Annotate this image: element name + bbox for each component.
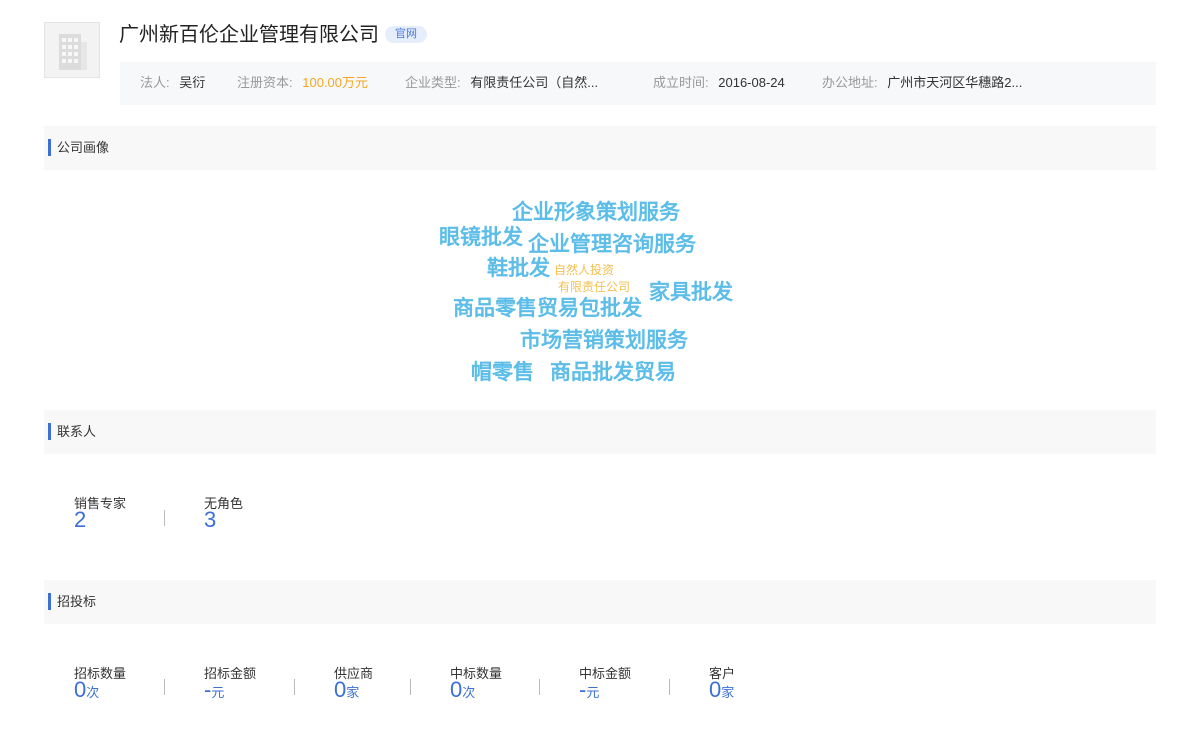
founded-label: 成立时间: <box>653 75 709 90</box>
word-cloud-item: 有限责任公司 <box>558 280 631 294</box>
stat-unit: 次 <box>462 685 476 700</box>
founded-date: 成立时间: 2016-08-24 <box>653 75 785 91</box>
section-title: 招投标 <box>57 594 97 609</box>
stat-value: -元 <box>204 677 224 703</box>
word-cloud-item: 商品零售贸易包批发 <box>453 297 642 320</box>
stat-number: 0 <box>334 677 347 702</box>
stat-value: 0家 <box>709 677 734 703</box>
stat-divider <box>410 679 411 695</box>
section-title: 联系人 <box>57 424 97 439</box>
word-cloud-item: 鞋批发 <box>487 257 550 280</box>
office-address: 办公地址: 广州市天河区华穗路2... <box>822 75 1022 91</box>
stat-unit: 家 <box>721 685 735 700</box>
type-label: 企业类型: <box>405 75 461 90</box>
stat-unit: 元 <box>586 685 600 700</box>
section-title: 公司画像 <box>57 140 110 155</box>
stat-value: -元 <box>579 677 599 703</box>
stat-divider <box>669 679 670 695</box>
stat-value: 0次 <box>74 677 99 703</box>
stat-number: 0 <box>450 677 463 702</box>
registered-capital: 注册资本: 100.00万元 <box>237 75 368 91</box>
company-name: 广州新百伦企业管理有限公司 <box>119 24 379 46</box>
official-site-badge[interactable]: 官网 <box>385 26 427 43</box>
word-cloud-item: 自然人投资 <box>554 263 615 277</box>
section-marker <box>48 593 51 610</box>
stat-value: 3 <box>204 507 217 532</box>
word-cloud-item: 商品批发贸易 <box>550 361 676 384</box>
section-marker <box>48 423 51 440</box>
word-cloud-item: 市场营销策划服务 <box>520 329 688 352</box>
address-label: 办公地址: <box>822 75 878 90</box>
type-value: 有限责任公司（自然... <box>470 75 599 90</box>
legal-person-label: 法人: <box>140 75 170 90</box>
word-cloud-item: 眼镜批发 <box>439 226 523 249</box>
legal-person-value[interactable]: 吴衍 <box>179 75 205 90</box>
stat-divider <box>294 679 295 695</box>
stat-unit: 元 <box>211 685 225 700</box>
word-cloud-item: 企业管理咨询服务 <box>528 233 696 256</box>
stat-divider <box>164 510 165 526</box>
stat-divider <box>539 679 540 695</box>
word-cloud-item: 家具批发 <box>649 281 733 304</box>
word-cloud-item: 企业形象策划服务 <box>512 201 680 224</box>
stat-number: 0 <box>74 677 87 702</box>
company-logo <box>44 22 100 78</box>
legal-person: 法人: 吴衍 <box>140 75 205 91</box>
section-contacts: 联系人 <box>44 410 1156 454</box>
stat-unit: 次 <box>86 685 100 700</box>
stat-unit: 家 <box>346 685 360 700</box>
word-cloud-item: 帽零售 <box>471 361 534 384</box>
section-bidding: 招投标 <box>44 580 1156 624</box>
capital-value: 100.00万元 <box>302 75 369 90</box>
stat-value: 0家 <box>334 677 359 703</box>
founded-value: 2016-08-24 <box>718 75 785 90</box>
stat-value: 2 <box>74 507 87 532</box>
company-info-bar: 法人: 吴衍 注册资本: 100.00万元 企业类型: 有限责任公司（自然...… <box>120 62 1156 105</box>
stat-divider <box>164 679 165 695</box>
section-company-portrait: 公司画像 <box>44 126 1156 170</box>
stat-value: 0次 <box>450 677 475 703</box>
stat-number: 0 <box>709 677 722 702</box>
building-icon <box>59 34 87 70</box>
section-marker <box>48 139 51 156</box>
company-type: 企业类型: 有限责任公司（自然... <box>405 75 598 91</box>
capital-label: 注册资本: <box>237 75 293 90</box>
address-value: 广州市天河区华穗路2... <box>887 75 1023 90</box>
